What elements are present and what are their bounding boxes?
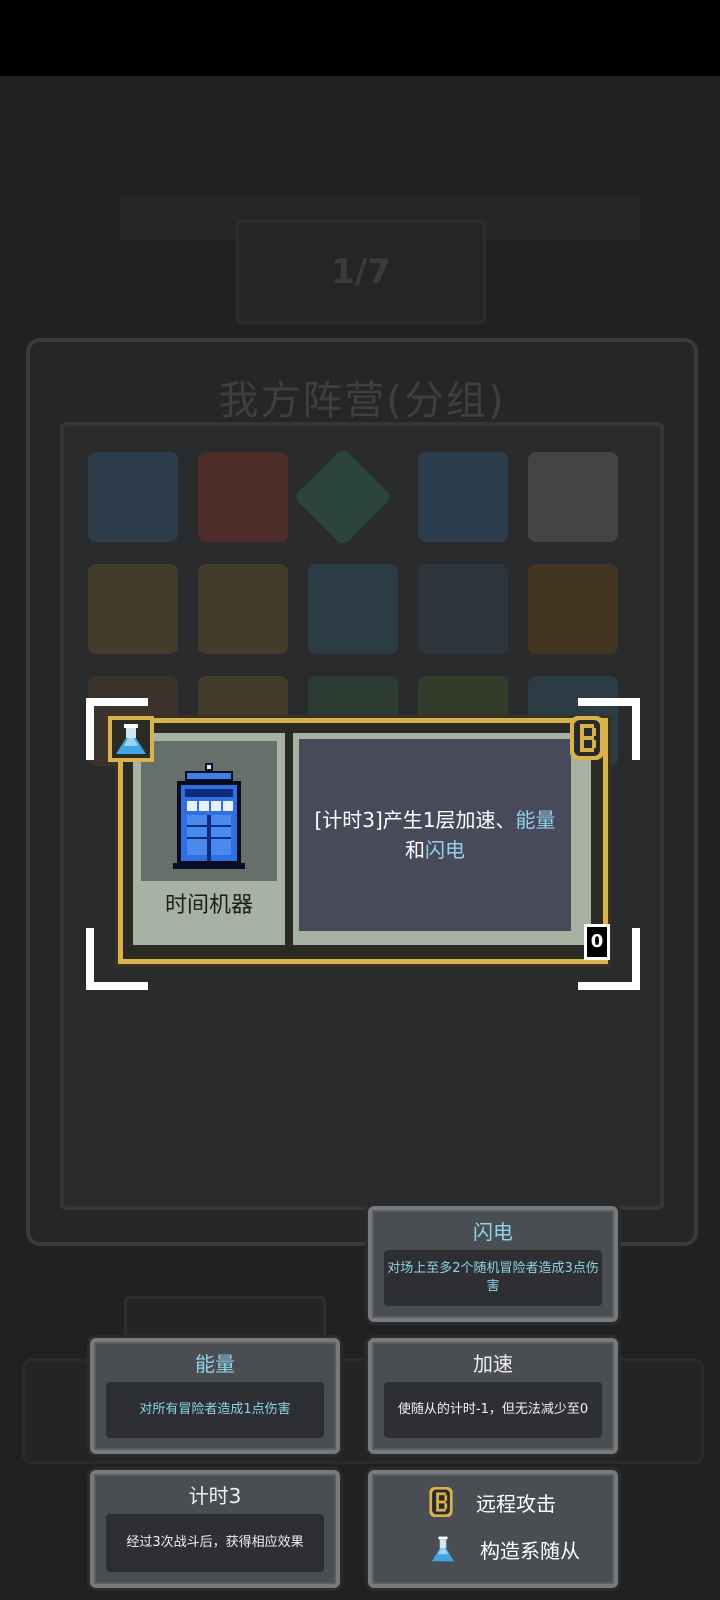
unit-description-panel: [计时3]产生1层加速、能量和闪电 xyxy=(293,733,591,945)
background-top-button-label: 1/7 xyxy=(331,252,391,292)
background-panel-title: 我方阵营(分组) xyxy=(218,378,506,424)
background-unit xyxy=(528,452,618,542)
tooltip-timer: 计时3 经过3次战斗后，获得相应效果 xyxy=(90,1470,340,1588)
trait-ranged-attack: 远程攻击 xyxy=(428,1486,556,1518)
ranged-attack-icon xyxy=(570,716,604,760)
flask-icon xyxy=(108,716,154,762)
status-bar xyxy=(0,0,720,76)
description-and: 和 xyxy=(405,838,425,862)
tooltip-energy-title: 能量 xyxy=(195,1352,235,1376)
unit-count-badge: 0 xyxy=(584,924,610,960)
unit-description: [计时3]产生1层加速、能量和闪电 xyxy=(300,805,570,865)
unit-portrait-panel: 时间机器 xyxy=(133,733,285,945)
background-unit xyxy=(418,564,508,654)
background-unit xyxy=(418,452,508,542)
keyword-lightning[interactable]: 闪电 xyxy=(425,838,465,862)
background-unit xyxy=(88,564,178,654)
background-unit xyxy=(293,447,393,547)
tooltip-timer-body: 经过3次战斗后，获得相应效果 xyxy=(106,1514,324,1572)
tooltip-lightning-body: 对场上至多2个随机冒险者造成3点伤害 xyxy=(384,1250,602,1306)
unit-detail-card[interactable]: 时间机器 [计时3]产生1层加速、能量和闪电 xyxy=(118,718,608,964)
keyword-energy[interactable]: 能量 xyxy=(516,808,556,832)
tooltip-speedup-title: 加速 xyxy=(473,1352,513,1376)
background-unit xyxy=(308,564,398,654)
unit-portrait xyxy=(141,741,277,881)
tooltip-lightning-title: 闪电 xyxy=(473,1220,513,1244)
tooltip-energy: 能量 对所有冒险者造成1点伤害 xyxy=(90,1338,340,1454)
description-prefix: [计时3]产生1层加速、 xyxy=(314,808,516,832)
background-unit xyxy=(528,564,618,654)
background-unit xyxy=(88,452,178,542)
blue-police-box-icon xyxy=(173,763,245,869)
tooltip-timer-title: 计时3 xyxy=(188,1484,242,1508)
tooltip-lightning: 闪电 对场上至多2个随机冒险者造成3点伤害 xyxy=(368,1206,618,1322)
trait-construct-minion-label: 构造系随从 xyxy=(480,1538,580,1563)
background-unit xyxy=(198,564,288,654)
tooltip-energy-body: 对所有冒险者造成1点伤害 xyxy=(106,1382,324,1438)
flask-icon xyxy=(431,1536,455,1562)
unit-description-background: [计时3]产生1层加速、能量和闪电 xyxy=(299,739,571,931)
background-top-button: 1/7 xyxy=(236,220,486,324)
tooltip-speedup: 加速 使随从的计时-1，但无法减少至0 xyxy=(368,1338,618,1454)
ranged-attack-icon xyxy=(429,1486,453,1518)
trait-construct-minion: 构造系随从 xyxy=(428,1532,580,1566)
tooltip-speedup-body: 使随从的计时-1，但无法减少至0 xyxy=(384,1382,602,1438)
background-unit xyxy=(198,452,288,542)
unit-name: 时间机器 xyxy=(164,893,253,918)
trait-ranged-attack-label: 远程攻击 xyxy=(476,1491,556,1516)
traits-box: 远程攻击 构造系随从 xyxy=(368,1470,618,1588)
